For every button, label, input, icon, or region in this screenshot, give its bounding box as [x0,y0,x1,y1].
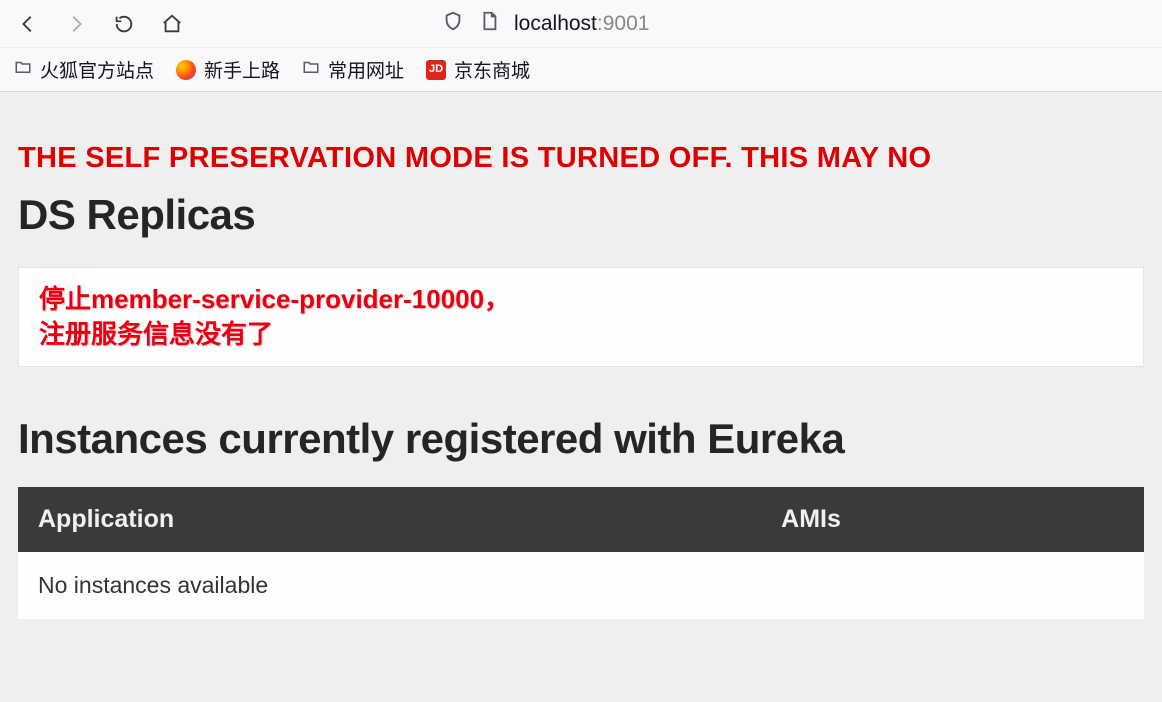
ds-replicas-box: 停止member-service-provider-10000， 注册服务信息没… [18,267,1144,367]
bookmark-firefox-official[interactable]: 火狐官方站点 [14,56,154,83]
bookmark-jd[interactable]: JD 京东商城 [426,56,530,83]
bookmark-label: 新手上路 [204,56,280,83]
ds-replicas-heading: DS Replicas [0,185,1162,257]
table-row: No instances available [18,552,1144,619]
folder-icon [302,58,320,82]
jd-icon: JD [426,60,446,80]
nav-buttons [16,12,184,36]
shield-icon [442,10,464,38]
reload-icon[interactable] [112,12,136,36]
forward-icon[interactable] [64,12,88,36]
instances-table: Application AMIs No instances available [18,487,1144,619]
page-content: THE SELF PRESERVATION MODE IS TURNED OFF… [0,92,1162,702]
document-icon [478,10,500,38]
header-amis: AMIs [761,487,1144,552]
header-application: Application [18,487,761,552]
bookmark-label: 火狐官方站点 [40,56,154,83]
annotation-overlay: 停止member-service-provider-10000， 注册服务信息没… [39,282,1123,352]
self-preservation-warning: THE SELF PRESERVATION MODE IS TURNED OFF… [0,92,1162,185]
bookmark-common-urls[interactable]: 常用网址 [302,56,404,83]
back-icon[interactable] [16,12,40,36]
firefox-icon [176,60,196,80]
address-bar[interactable]: localhost:9001 [442,10,649,38]
url-host: localhost [514,12,597,35]
url-port: :9001 [597,12,650,35]
browser-toolbar: localhost:9001 [0,0,1162,48]
table-header-row: Application AMIs [18,487,1144,552]
bookmark-getting-started[interactable]: 新手上路 [176,56,280,83]
annotation-line-2: 注册服务信息没有了 [39,319,273,349]
empty-message: No instances available [18,552,1144,619]
bookmarks-bar: 火狐官方站点 新手上路 常用网址 JD 京东商城 [0,48,1162,92]
url-text: localhost:9001 [514,12,649,36]
folder-icon [14,58,32,82]
bookmark-label: 常用网址 [328,56,404,83]
annotation-line-1: 停止member-service-provider-10000， [39,284,510,314]
bookmark-label: 京东商城 [454,56,530,83]
instances-heading: Instances currently registered with Eure… [0,397,1162,487]
home-icon[interactable] [160,12,184,36]
